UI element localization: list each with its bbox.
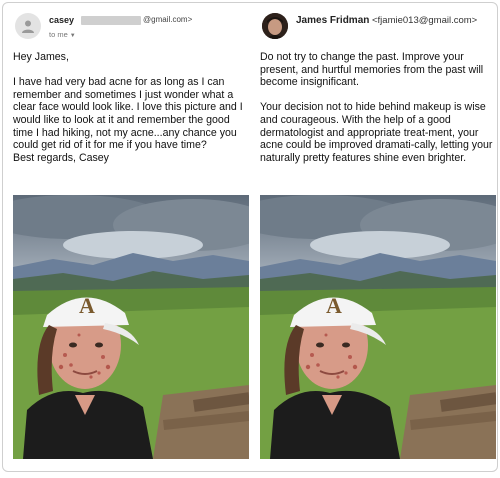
sender-name[interactable]: casey bbox=[49, 15, 74, 25]
hat-logo: A bbox=[326, 293, 342, 318]
redacted-email-bar bbox=[81, 16, 141, 25]
sender-name[interactable]: James Fridman bbox=[296, 15, 369, 26]
reply-email: James Fridman <fjamie013@gmail.com> Do n… bbox=[254, 3, 498, 473]
original-photo: A bbox=[13, 195, 249, 459]
recipients-toggle[interactable]: to me ▼ bbox=[49, 30, 76, 39]
greeting: Hey James, bbox=[13, 51, 69, 63]
sender-avatar[interactable] bbox=[15, 13, 41, 39]
request-paragraph: I have had very bad acne for as long as … bbox=[13, 76, 243, 152]
email-comparison-card: casey @gmail.com> to me ▼ Hey James, I ha… bbox=[2, 2, 498, 472]
reply-paragraph-2: Your decision not to hide behind makeup … bbox=[260, 101, 493, 164]
reply-paragraph-1: Do not try to change the past. Improve y… bbox=[260, 51, 484, 89]
signoff: Best regards, Casey bbox=[13, 151, 109, 164]
sender-avatar[interactable] bbox=[262, 13, 288, 39]
request-message-body: Hey James, I have had very bad acne for … bbox=[13, 51, 249, 164]
edited-photo: A bbox=[260, 195, 496, 459]
reply-message-body: Do not try to change the past. Improve y… bbox=[260, 51, 496, 164]
sender-email-domain: @gmail.com> bbox=[143, 15, 193, 24]
caret-down-icon: ▼ bbox=[69, 33, 76, 39]
hat-logo: A bbox=[79, 293, 95, 318]
profile-photo-icon bbox=[262, 13, 288, 39]
person-silhouette-icon bbox=[22, 20, 34, 33]
to-label: to me bbox=[49, 30, 68, 39]
request-email: casey @gmail.com> to me ▼ Hey James, I ha… bbox=[7, 3, 251, 473]
sender-email: <fjamie013@gmail.com> bbox=[372, 15, 478, 26]
